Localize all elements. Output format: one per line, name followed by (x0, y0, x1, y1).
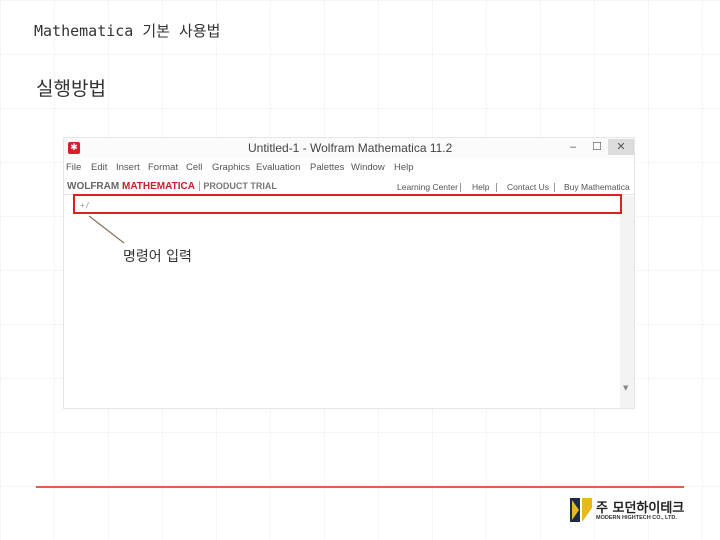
brand-mathematica: MATHEMATICA (122, 181, 195, 192)
menu-evaluation[interactable]: Evaluation (256, 162, 300, 173)
toolbar-separator (460, 183, 461, 192)
scroll-down-icon[interactable]: ▼ (623, 384, 628, 392)
wolfram-mathematica-logo: WOLFRAM MATHEMATICA PRODUCT TRIAL (67, 181, 277, 192)
mathematica-window: ✱ Untitled-1 - Wolfram Mathematica 11.2 … (64, 138, 634, 408)
company-name: 주 모던하이테크 (596, 501, 685, 516)
menu-cell[interactable]: Cell (186, 162, 202, 173)
menu-bar: File Edit Insert Format Cell Graphics Ev… (64, 162, 634, 176)
menu-window[interactable]: Window (351, 162, 385, 173)
menu-graphics[interactable]: Graphics (212, 162, 250, 173)
command-input-highlight (73, 194, 622, 214)
menu-help[interactable]: Help (394, 162, 414, 173)
brand-product-trial: PRODUCT TRIAL (199, 181, 277, 191)
company-logo-icon (570, 498, 592, 522)
window-titlebar: ✱ Untitled-1 - Wolfram Mathematica 11.2 … (64, 138, 634, 158)
learning-center-link[interactable]: Learning Center (397, 182, 458, 192)
menu-insert[interactable]: Insert (116, 162, 140, 173)
brand-wolfram: WOLFRAM (67, 181, 120, 192)
menu-edit[interactable]: Edit (91, 162, 107, 173)
mathematica-app-icon[interactable]: ✱ (68, 142, 80, 154)
menu-format[interactable]: Format (148, 162, 178, 173)
toolbar-separator (496, 183, 497, 192)
toolbar-separator (554, 183, 555, 192)
minimize-button[interactable]: – (562, 139, 584, 155)
notebook-input-area[interactable]: +/ (64, 196, 634, 408)
company-name-english: MODERN HIGHTECH CO., LTD. (596, 515, 677, 521)
section-title: 실행방법 (36, 78, 106, 100)
menu-file[interactable]: File (66, 162, 81, 173)
vertical-scrollbar[interactable]: ▼ (620, 196, 634, 408)
close-button[interactable]: ✕ (608, 139, 634, 155)
window-title: Untitled-1 - Wolfram Mathematica 11.2 (248, 141, 453, 155)
menu-palettes[interactable]: Palettes (310, 162, 344, 173)
callout-label: 명령어 입력 (123, 249, 192, 265)
slide-title: Mathematica 기본 사용법 (34, 22, 221, 40)
buy-mathematica-link[interactable]: Buy Mathematica (564, 182, 630, 192)
wolfram-toolbar: WOLFRAM MATHEMATICA PRODUCT TRIAL Learni… (64, 180, 634, 195)
contact-us-link[interactable]: Contact Us (507, 182, 549, 192)
company-logo: 주 모던하이테크 MODERN HIGHTECH CO., LTD. (570, 496, 690, 526)
footer-divider (36, 486, 684, 488)
help-link[interactable]: Help (472, 182, 489, 192)
maximize-button[interactable]: ☐ (586, 139, 608, 155)
